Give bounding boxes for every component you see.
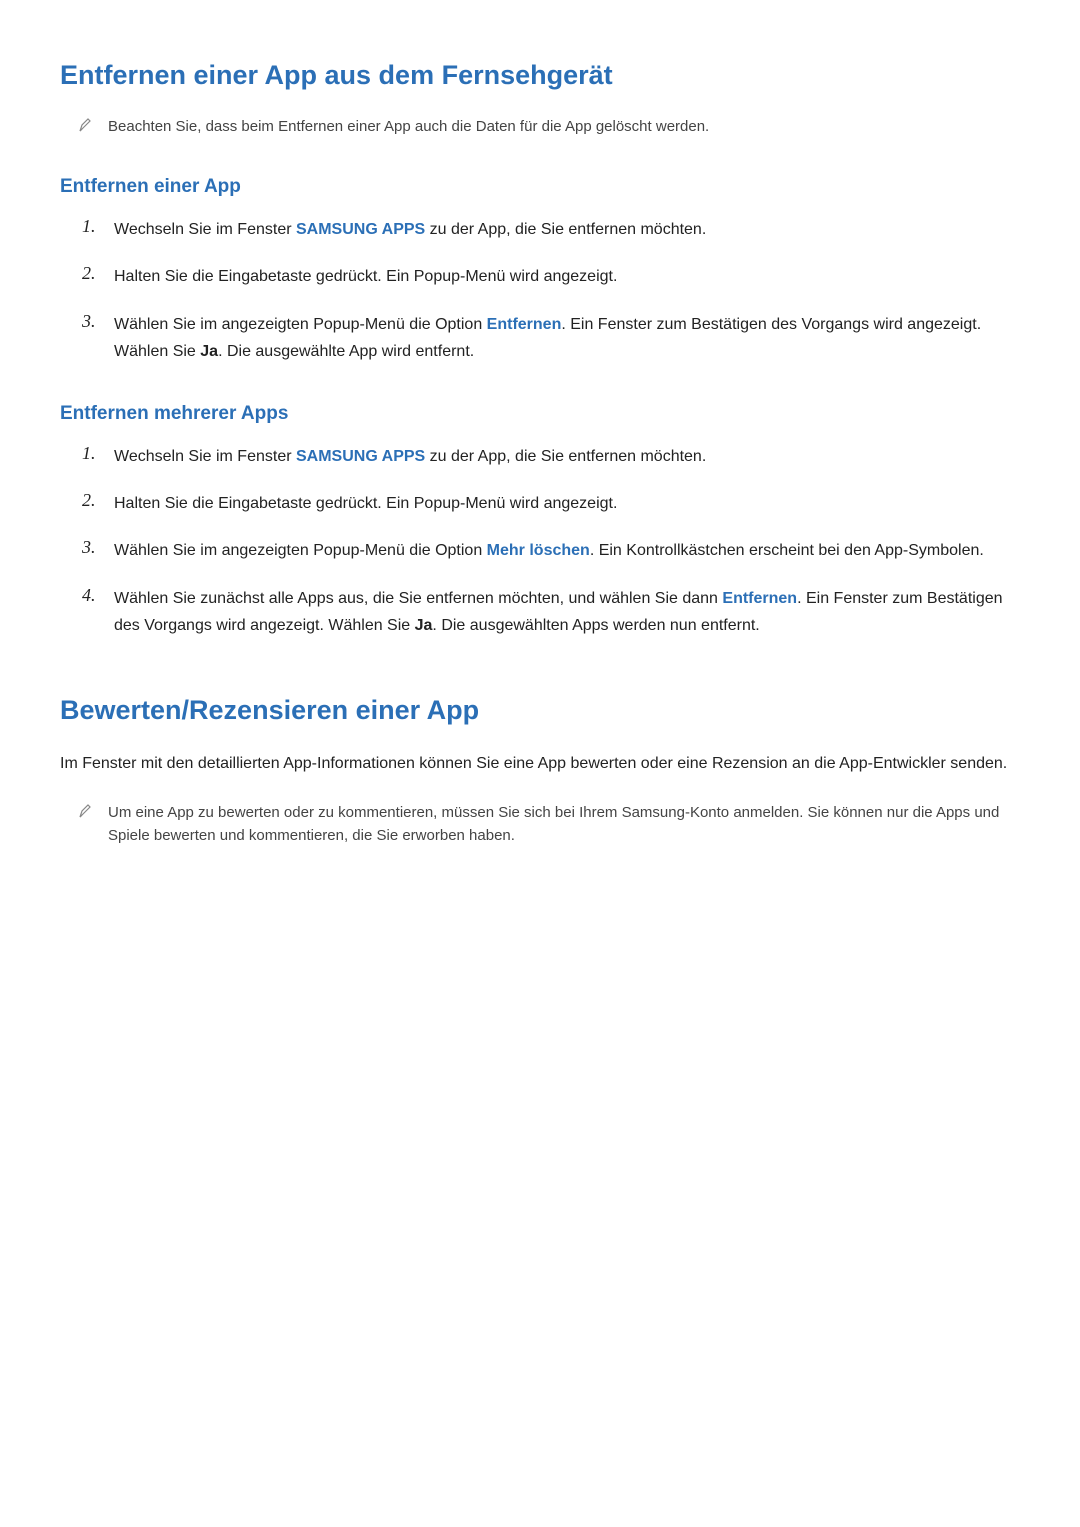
- heading-remove-app: Entfernen einer App aus dem Fernsehgerät: [60, 60, 1020, 91]
- step-item: 2. Halten Sie die Eingabetaste gedrückt.…: [82, 263, 1020, 290]
- note-block-login: Um eine App zu bewerten oder zu kommenti…: [78, 801, 1020, 848]
- step-text: Wechseln Sie im Fenster SAMSUNG APPS zu …: [114, 443, 706, 470]
- keyword: SAMSUNG APPS: [296, 448, 425, 465]
- step-item: 4. Wählen Sie zunächst alle Apps aus, di…: [82, 585, 1020, 639]
- step-number: 2.: [82, 263, 104, 284]
- step-text: Halten Sie die Eingabetaste gedrückt. Ei…: [114, 490, 617, 517]
- note-text: Beachten Sie, dass beim Entfernen einer …: [108, 115, 709, 138]
- step-item: 3. Wählen Sie im angezeigten Popup-Menü …: [82, 537, 1020, 564]
- step-number: 2.: [82, 490, 104, 511]
- step-item: 2. Halten Sie die Eingabetaste gedrückt.…: [82, 490, 1020, 517]
- step-text: Wählen Sie im angezeigten Popup-Menü die…: [114, 311, 1020, 365]
- keyword: Ja: [200, 343, 218, 360]
- keyword: Entfernen: [487, 316, 562, 333]
- step-text: Wählen Sie im angezeigten Popup-Menü die…: [114, 537, 984, 564]
- step-number: 3.: [82, 537, 104, 558]
- heading-remove-one-app: Entfernen einer App: [60, 176, 1020, 198]
- step-item: 3. Wählen Sie im angezeigten Popup-Menü …: [82, 311, 1020, 365]
- step-number: 1.: [82, 443, 104, 464]
- step-number: 4.: [82, 585, 104, 606]
- section-remove-app: Entfernen einer App aus dem Fernsehgerät…: [60, 60, 1020, 639]
- heading-rate-review: Bewerten/Rezensieren einer App: [60, 695, 1020, 726]
- section-rate-review: Bewerten/Rezensieren einer App Im Fenste…: [60, 695, 1020, 848]
- step-item: 1. Wechseln Sie im Fenster SAMSUNG APPS …: [82, 443, 1020, 470]
- step-text: Wechseln Sie im Fenster SAMSUNG APPS zu …: [114, 216, 706, 243]
- heading-remove-multiple-apps: Entfernen mehrerer Apps: [60, 403, 1020, 425]
- keyword: Ja: [415, 617, 433, 634]
- steps-remove-one-app: 1. Wechseln Sie im Fenster SAMSUNG APPS …: [82, 216, 1020, 365]
- keyword: Entfernen: [722, 590, 797, 607]
- paragraph-rate-review: Im Fenster mit den detaillierten App-Inf…: [60, 750, 1020, 777]
- note-text: Um eine App zu bewerten oder zu kommenti…: [108, 801, 1020, 848]
- pencil-note-icon: [78, 117, 94, 133]
- keyword: Mehr löschen: [487, 542, 590, 559]
- note-block-warning: Beachten Sie, dass beim Entfernen einer …: [78, 115, 1020, 138]
- step-item: 1. Wechseln Sie im Fenster SAMSUNG APPS …: [82, 216, 1020, 243]
- step-number: 1.: [82, 216, 104, 237]
- step-text: Wählen Sie zunächst alle Apps aus, die S…: [114, 585, 1020, 639]
- keyword: SAMSUNG APPS: [296, 221, 425, 238]
- step-number: 3.: [82, 311, 104, 332]
- steps-remove-multiple-apps: 1. Wechseln Sie im Fenster SAMSUNG APPS …: [82, 443, 1020, 639]
- step-text: Halten Sie die Eingabetaste gedrückt. Ei…: [114, 263, 617, 290]
- pencil-note-icon: [78, 803, 94, 819]
